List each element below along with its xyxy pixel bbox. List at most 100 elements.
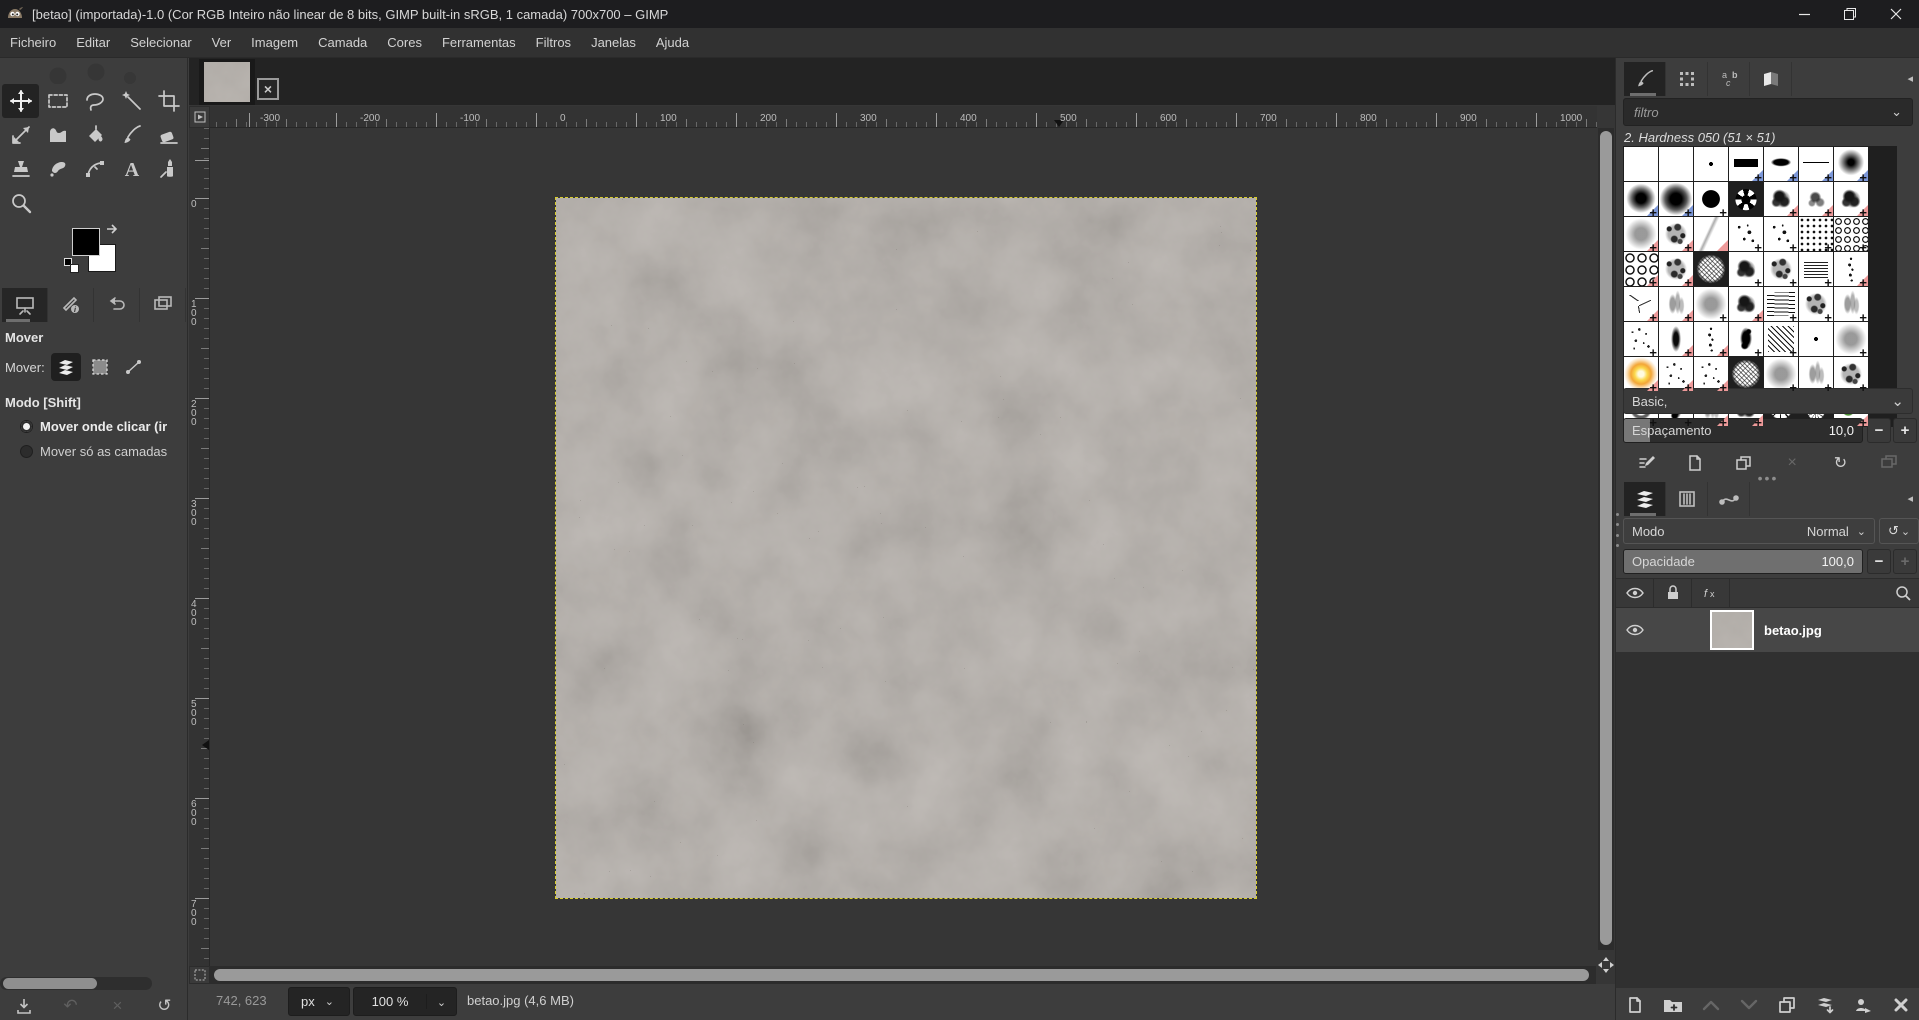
brush-vstreak[interactable] [1659,322,1693,356]
layer-row[interactable]: betao.jpg [1616,608,1919,652]
tab-paths[interactable] [1708,482,1750,516]
brush-grunge[interactable] [1834,357,1868,391]
navigation-preview-button[interactable] [1596,952,1615,978]
tool-ink[interactable] [150,152,187,186]
brush-smoke[interactable] [1764,357,1798,391]
brush-grunge[interactable] [1764,252,1798,286]
tab-device-status[interactable]: i [48,288,94,322]
new-group-icon[interactable] [1660,993,1686,1017]
brush-soft[interactable] [1834,147,1868,181]
horizontal-scrollbar[interactable] [210,966,1596,984]
brush-splat[interactable] [1729,287,1763,321]
dock-resize-grip[interactable] [1615,513,1619,547]
tool-smudge[interactable] [39,152,76,186]
brush-specks-col[interactable] [1694,322,1728,356]
radio-move-pick[interactable]: Mover onde clicar (ir [0,414,188,439]
menu-item[interactable]: Editar [66,28,120,58]
brush-rings[interactable] [1834,217,1868,251]
brush-line[interactable] [1799,147,1833,181]
brush-star[interactable] [1729,182,1763,216]
collapse-dock-icon[interactable]: ◂ [1907,492,1913,505]
tab-undo-history[interactable] [94,288,140,322]
tool-eraser[interactable] [150,118,187,152]
horizontal-ruler[interactable]: -300-200-1000100200300400500600700800900… [210,106,1597,128]
tool-bucket-fill[interactable] [76,118,113,152]
reset-tool-options-icon[interactable]: ↺ [154,995,176,1017]
move-target-selection-button[interactable] [85,353,115,381]
brush-specks-col[interactable] [1834,252,1868,286]
vertical-ruler[interactable]: 01 0 02 0 03 0 04 0 05 0 06 0 07 0 0 [189,128,210,966]
tool-free-select[interactable] [76,84,113,118]
brush-blank[interactable] [1624,147,1658,181]
tab-brushes[interactable] [1624,62,1666,96]
unit-dropdown[interactable]: px⌄ [288,987,350,1016]
brush-wisps[interactable] [1659,287,1693,321]
tool-fuzzy-select[interactable] [113,84,150,118]
new-layer-icon[interactable] [1622,993,1648,1017]
brush-dashes[interactable] [1624,287,1658,321]
brush-bar[interactable] [1729,147,1763,181]
tool-options-scrollbar[interactable] [0,977,152,990]
layer-thumbnail[interactable] [1710,610,1754,650]
tool-zoom[interactable] [2,186,39,220]
menu-item[interactable]: Selecionar [120,28,201,58]
menu-item[interactable]: Ajuda [646,28,699,58]
collapse-dock-icon[interactable]: ◂ [1907,72,1913,85]
chevron-down-icon[interactable]: ⌄ [1891,104,1902,120]
menu-item[interactable]: Cores [377,28,432,58]
move-target-layer-button[interactable] [51,353,81,381]
menu-item[interactable]: Ficheiro [0,28,66,58]
duplicate-layer-icon[interactable] [1774,993,1800,1017]
brush-ellipse[interactable] [1764,147,1798,181]
menu-item[interactable]: Ferramentas [432,28,526,58]
layer-mode-dropdown[interactable]: Modo Normal ⌄ [1623,518,1875,544]
brush-specks[interactable] [1694,357,1728,391]
brush-grunge[interactable] [1659,252,1693,286]
brush-lines-h[interactable] [1764,287,1798,321]
layer-name[interactable]: betao.jpg [1764,623,1822,638]
menu-item[interactable]: Janelas [581,28,646,58]
menu-item[interactable]: Imagem [241,28,308,58]
foreground-color-swatch[interactable] [72,228,100,256]
delete-layer-icon[interactable] [1888,993,1914,1017]
image-tab-close-icon[interactable]: × [257,78,279,100]
tab-fonts[interactable]: abc [1708,62,1750,96]
opacity-decrease-button[interactable]: − [1867,549,1891,574]
brush-splat-lt[interactable] [1799,182,1833,216]
tool-warp-transform[interactable] [39,118,76,152]
restore-tool-options-icon[interactable]: ↶ [60,995,82,1017]
spacing-slider[interactable]: Espaçamento 10,0 [1623,418,1863,443]
brush-splat[interactable] [1834,182,1868,216]
tab-tool-options[interactable] [2,288,48,322]
brush-smoke[interactable] [1834,322,1868,356]
brush-smoke[interactable] [1694,287,1728,321]
spacing-decrease-button[interactable]: − [1867,418,1891,443]
lock-header-icon[interactable] [1654,578,1692,608]
visibility-header-icon[interactable] [1616,578,1654,608]
canvas-image[interactable] [556,198,1256,898]
layer-list-empty-area[interactable] [1616,652,1919,988]
raise-layer-icon[interactable] [1698,993,1724,1017]
save-tool-options-icon[interactable] [13,995,35,1017]
effects-header-icon[interactable]: fx [1692,578,1730,608]
tab-patterns[interactable] [1666,62,1708,96]
brush-splat[interactable] [1764,182,1798,216]
brush-grunge[interactable] [1799,287,1833,321]
spacing-increase-button[interactable]: + [1893,418,1917,443]
tool-text[interactable]: A [113,152,150,186]
brush-specks[interactable] [1659,357,1693,391]
swap-colors-icon[interactable] [104,224,120,238]
brush-fuzzy[interactable] [1659,182,1693,216]
brush-wisps[interactable] [1799,357,1833,391]
brush-dot[interactable] [1694,147,1728,181]
brush-filter-input[interactable]: filtro ⌄ [1623,98,1913,126]
brush-noise[interactable] [1694,252,1728,286]
brush-noise[interactable] [1729,357,1763,391]
brush-diag[interactable] [1764,322,1798,356]
brush-sun[interactable] [1624,357,1658,391]
tool-clone[interactable] [2,152,39,186]
delete-tool-options-icon[interactable]: × [107,995,129,1017]
merge-down-icon[interactable] [1812,993,1838,1017]
brush-dot[interactable] [1799,322,1833,356]
restore-button[interactable] [1827,0,1873,28]
